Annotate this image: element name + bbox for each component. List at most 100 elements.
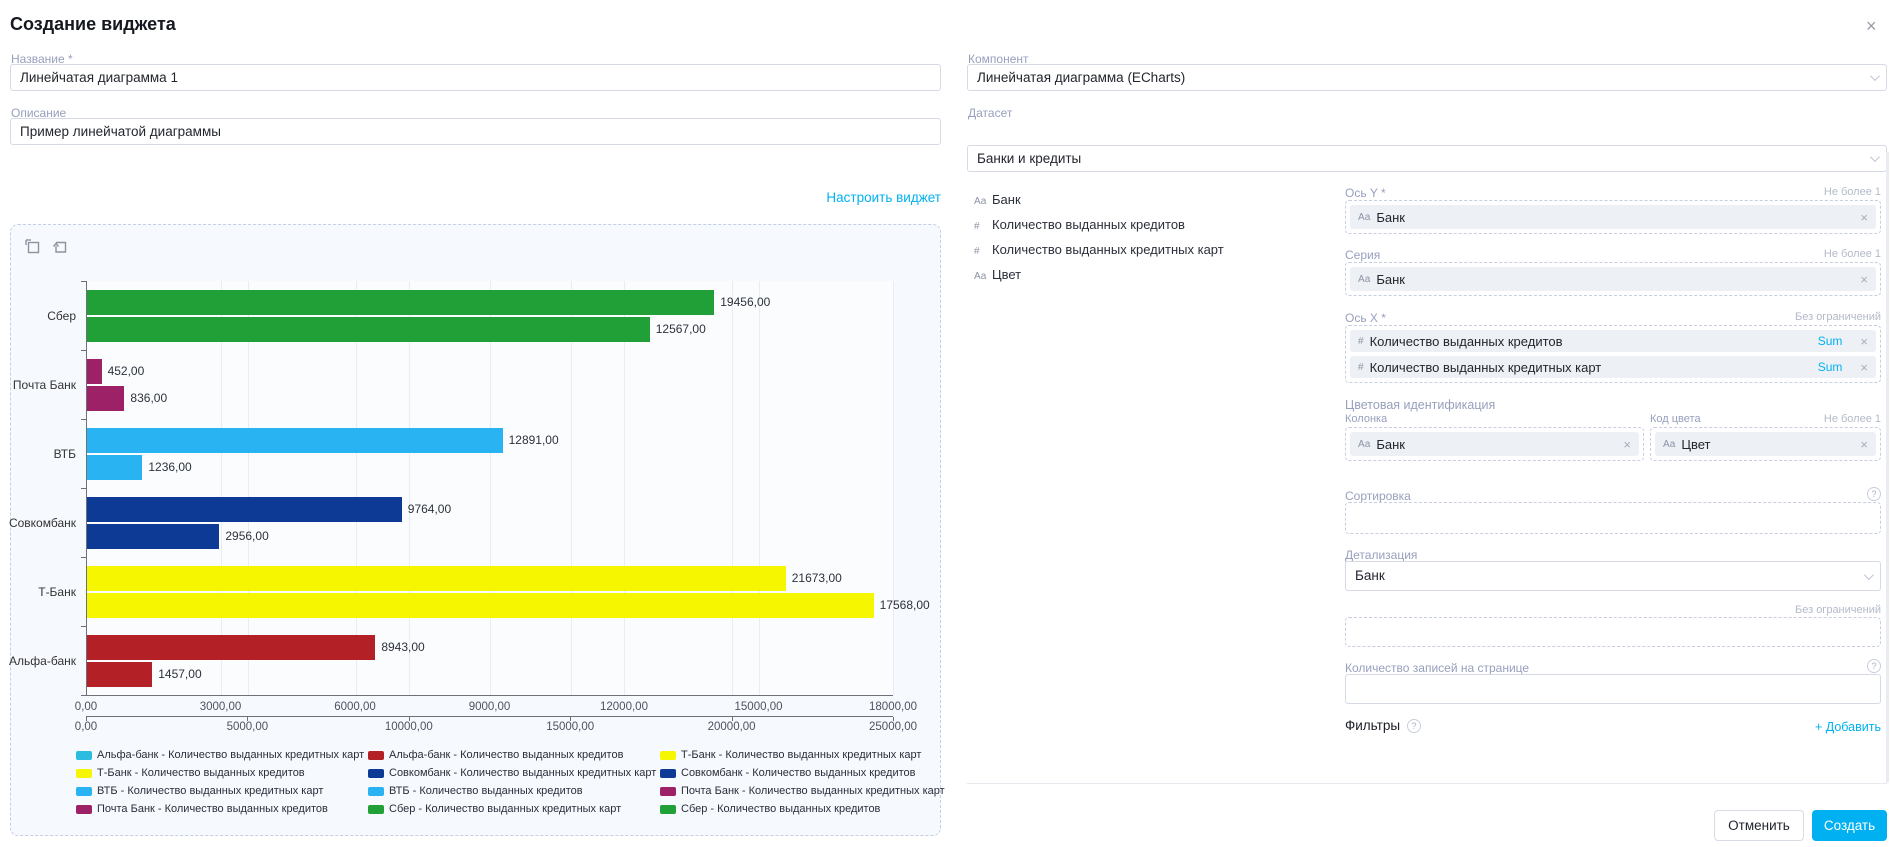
y-axis-limit: Не более 1 [1824,186,1881,200]
remove-chip-icon[interactable]: × [1852,360,1868,375]
legend-swatch [76,769,92,778]
remove-chip-icon[interactable]: × [1615,437,1631,452]
category-label: Совкомбанк [9,516,76,530]
remove-chip-icon[interactable]: × [1852,272,1868,287]
x-tick-label: 0,00 [75,701,97,713]
legend-swatch [368,769,384,778]
color-code-dropzone[interactable]: Аа Цвет × [1650,427,1881,461]
x-axis-chip[interactable]: # Количество выданных кредитов Sum × [1350,330,1876,352]
help-icon[interactable]: ? [1407,719,1421,733]
name-input[interactable] [10,64,941,91]
legend-swatch [368,787,384,796]
help-icon[interactable]: ? [1867,487,1881,501]
x-tick-label: 20000,00 [708,721,756,733]
dataset-label: Датасет [968,106,1012,120]
color-column-chip[interactable]: Аа Банк × [1350,432,1639,456]
legend-label: ВТБ - Количество выданных кредитных карт [97,785,323,797]
legend-item[interactable]: ВТБ - Количество выданных кредитов [368,785,660,797]
plot-area: 19456,0012567,00452,00836,0012891,001236… [86,281,893,696]
chart-preview-panel: СберПочта БанкВТБСовкомбанкТ-БанкАльфа-б… [10,224,941,836]
legend-label: Сбер - Количество выданных кредитных кар… [389,803,621,815]
scrollbar[interactable] [1886,152,1889,783]
sorting-label: Сортировка [1345,489,1411,503]
x-tick-label: 25000,00 [869,721,917,733]
aggregation-badge[interactable]: Sum [1818,360,1843,374]
cancel-button[interactable]: Отменить [1714,810,1804,841]
category-label: Альфа-банк [9,654,76,668]
y-tick [81,281,87,282]
help-icon[interactable]: ? [1867,659,1881,673]
x-axis-chip[interactable]: # Количество выданных кредитных карт Sum… [1350,356,1876,378]
legend-item[interactable]: Почта Банк - Количество выданных кредито… [76,803,368,815]
legend-swatch [368,805,384,814]
y-axis-chip[interactable]: Аа Банк × [1350,205,1876,229]
add-filter-button[interactable]: + Добавить [1815,720,1881,734]
x-tick-label: 12000,00 [600,701,648,713]
legend-swatch [76,787,92,796]
page-size-input[interactable] [1345,674,1881,704]
legend-item[interactable]: Почта Банк - Количество выданных кредитн… [660,785,945,797]
x-tick-label: 6000,00 [334,701,376,713]
configure-widget-link[interactable]: Настроить виджет [10,190,941,205]
remove-chip-icon[interactable]: × [1852,210,1868,225]
legend-swatch [368,751,384,760]
legend-item[interactable]: ВТБ - Количество выданных кредитных карт [76,785,368,797]
dataset-field-item[interactable]: #Количество выданных кредитных карт [974,242,1334,267]
category-label: ВТБ [54,447,76,461]
dataset-field-item[interactable]: #Количество выданных кредитов [974,217,1334,242]
x-axis-2-labels: 0,005000,0010000,0015000,0020000,0025000… [86,721,893,735]
legend-item[interactable]: Альфа-банк - Количество выданных кредитн… [76,749,368,761]
dataset-field-item[interactable]: АаЦвет [974,267,1334,292]
x-tick-label: 5000,00 [227,721,269,733]
y-axis-dropzone[interactable]: Аа Банк × [1345,200,1881,234]
aggregation-badge[interactable]: Sum [1818,334,1843,348]
dataset-field-item[interactable]: АаБанк [974,192,1334,217]
legend-item[interactable]: Сбер - Количество выданных кредитов [660,803,945,815]
detail-label: Детализация [1345,548,1417,562]
field-type-icon: Аа [974,271,992,282]
legend-item[interactable]: Совкомбанк - Количество выданных кредитн… [368,767,660,779]
series-field-label: Серия [1345,248,1380,262]
x-tick-label: 15000,00 [546,721,594,733]
component-select[interactable]: Линейчатая диаграмма (ECharts) [967,64,1887,91]
color-code-chip[interactable]: Аа Цвет × [1655,432,1876,456]
gridline [893,281,894,695]
legend-swatch [660,805,676,814]
color-section-title: Цветовая идентификация [1345,398,1495,412]
box-zoom-icon[interactable] [25,239,42,256]
legend-label: Т-Банк - Количество выданных кредитов [97,767,305,779]
legend-label: Почта Банк - Количество выданных кредито… [97,803,328,815]
x-axis-dropzone[interactable]: # Количество выданных кредитов Sum × # К… [1345,325,1881,383]
restore-icon[interactable] [52,239,69,256]
remove-chip-icon[interactable]: × [1852,334,1868,349]
chart-legend: Альфа-банк - Количество выданных кредитн… [76,749,921,815]
series-chip[interactable]: Аа Банк × [1350,267,1876,291]
footer-divider [967,783,1887,784]
y-axis-ticks [87,281,893,695]
x-tick-label: 10000,00 [385,721,433,733]
legend-item[interactable]: Альфа-банк - Количество выданных кредито… [368,749,660,761]
description-input[interactable] [10,118,941,145]
legend-item[interactable]: Т-Банк - Количество выданных кредитов [76,767,368,779]
legend-label: Совкомбанк - Количество выданных кредито… [681,767,916,779]
unlimited-label: Без ограничений [1795,604,1881,616]
create-button[interactable]: Создать [1812,810,1887,841]
y-tick [81,488,87,489]
dataset-fields-list: АаБанк#Количество выданных кредитов#Коли… [974,192,1334,292]
legend-item[interactable]: Совкомбанк - Количество выданных кредито… [660,767,945,779]
series-limit: Не более 1 [1824,248,1881,262]
legend-item[interactable]: Т-Банк - Количество выданных кредитных к… [660,749,945,761]
legend-item[interactable]: Сбер - Количество выданных кредитных кар… [368,803,660,815]
field-type-icon: # [974,221,992,232]
sorting-dropzone[interactable] [1345,502,1881,534]
color-column-dropzone[interactable]: Аа Банк × [1345,427,1644,461]
extra-dropzone[interactable] [1345,617,1881,647]
remove-chip-icon[interactable]: × [1852,437,1868,452]
detail-select[interactable]: Банк [1345,561,1881,591]
dataset-select[interactable]: Банки и кредиты [967,145,1887,172]
legend-swatch [660,787,676,796]
x-axis-limit: Без ограничений [1795,311,1881,325]
category-label: Т-Банк [38,585,76,599]
filters-label: Фильтры [1345,718,1400,733]
series-dropzone[interactable]: Аа Банк × [1345,262,1881,296]
